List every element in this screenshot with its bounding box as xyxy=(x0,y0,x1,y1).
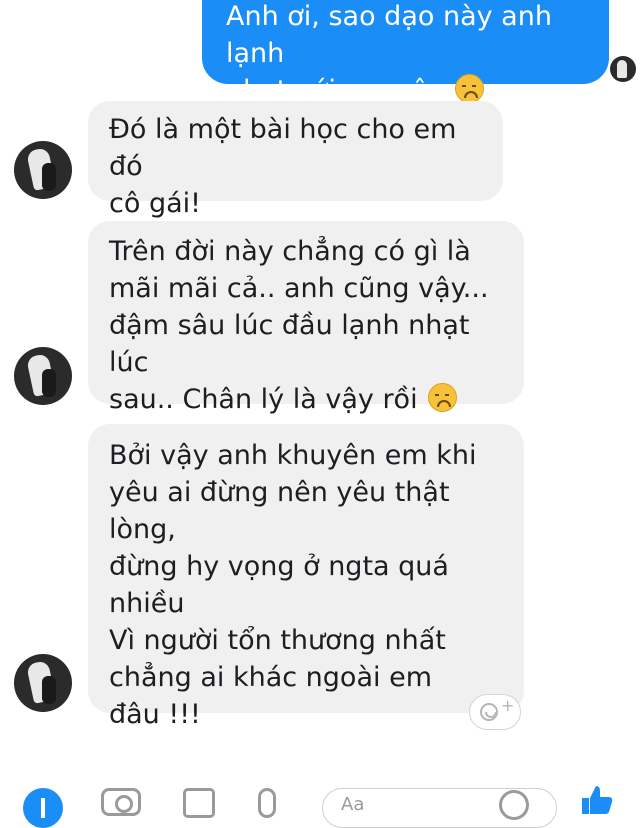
seen-receipt-avatar xyxy=(610,56,636,82)
microphone-icon[interactable] xyxy=(258,788,276,818)
message-text: Bởi vậy anh khuyên em khi yêu ai đừng nê… xyxy=(109,440,477,730)
message-text: Anh ơi, sao dạo này anh lạnh nhạt với em… xyxy=(226,1,552,106)
plus-icon[interactable] xyxy=(23,788,63,828)
message-input-placeholder: Aa xyxy=(341,794,365,815)
avatar[interactable] xyxy=(14,141,72,199)
chat-thread: Anh ơi, sao dạo này anh lạnh nhạt với em… xyxy=(0,0,643,804)
message-bubble-received[interactable]: Trên đời này chẳng có gì là mãi mãi cả..… xyxy=(88,221,524,415)
plus-label: + xyxy=(501,696,515,715)
message-text: Đó là một bài học cho em đó cô gái! xyxy=(109,114,457,219)
message-bubble-sent[interactable]: Anh ơi, sao dạo này anh lạnh nhạt với em… xyxy=(202,0,609,106)
like-icon[interactable] xyxy=(578,784,614,814)
camera-icon[interactable] xyxy=(101,788,141,816)
avatar[interactable] xyxy=(14,654,72,712)
add-reaction-button[interactable]: + xyxy=(469,694,521,730)
message-bubble-received[interactable]: Bởi vậy anh khuyên em khi yêu ai đừng nê… xyxy=(88,424,524,730)
message-bubble-received[interactable]: Đó là một bài học cho em đó cô gái! xyxy=(88,101,503,219)
disappointed-face-emoji-icon xyxy=(428,383,458,412)
avatar[interactable] xyxy=(14,347,72,405)
emoji-icon[interactable] xyxy=(499,790,529,820)
composer-toolbar: Aa xyxy=(0,758,643,828)
gallery-icon[interactable] xyxy=(183,788,215,818)
smiley-icon xyxy=(480,703,498,721)
disappointed-face-emoji-icon xyxy=(455,74,485,103)
